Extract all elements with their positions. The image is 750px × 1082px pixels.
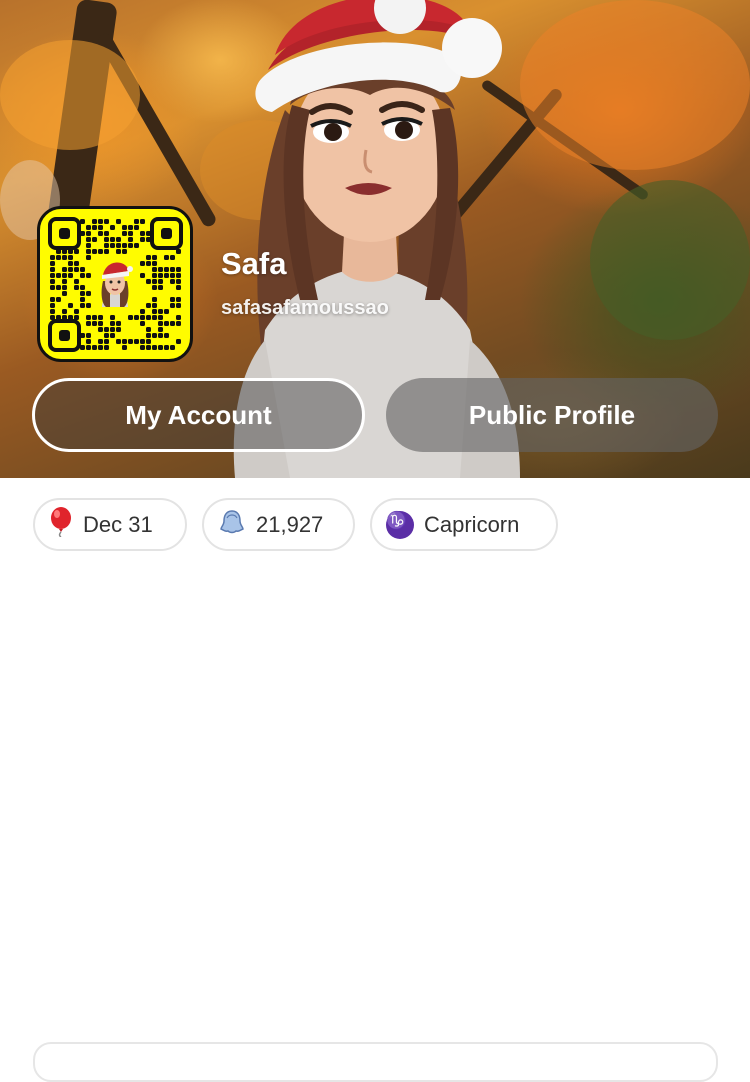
capricorn-icon: ♑ xyxy=(386,510,414,539)
balloon-icon xyxy=(49,506,73,543)
public-profile-button[interactable]: Public Profile xyxy=(386,378,718,452)
ghost-icon xyxy=(218,508,246,542)
birthday-chip[interactable]: Dec 31 xyxy=(33,498,187,551)
my-account-label: My Account xyxy=(125,399,272,430)
snapcode-avatar xyxy=(93,262,137,307)
snapcode-qr-pattern xyxy=(48,217,183,352)
profile-stats-row: Dec 31 21,927 ♑ Capricorn xyxy=(0,478,750,1082)
public-profile-label: Public Profile xyxy=(468,399,636,430)
snap-score-value: 21,927 xyxy=(256,511,324,537)
display-name: Safa xyxy=(221,246,287,281)
snapcode[interactable] xyxy=(37,206,193,362)
zodiac-value: Capricorn xyxy=(424,511,520,537)
zodiac-chip[interactable]: ♑ Capricorn xyxy=(370,498,558,551)
my-account-button[interactable]: My Account xyxy=(32,378,365,452)
username: safasafamoussao xyxy=(221,297,389,319)
birthday-value: Dec 31 xyxy=(83,511,153,537)
next-section-card[interactable] xyxy=(33,1042,718,1082)
snap-score-chip[interactable]: 21,927 xyxy=(202,498,355,551)
